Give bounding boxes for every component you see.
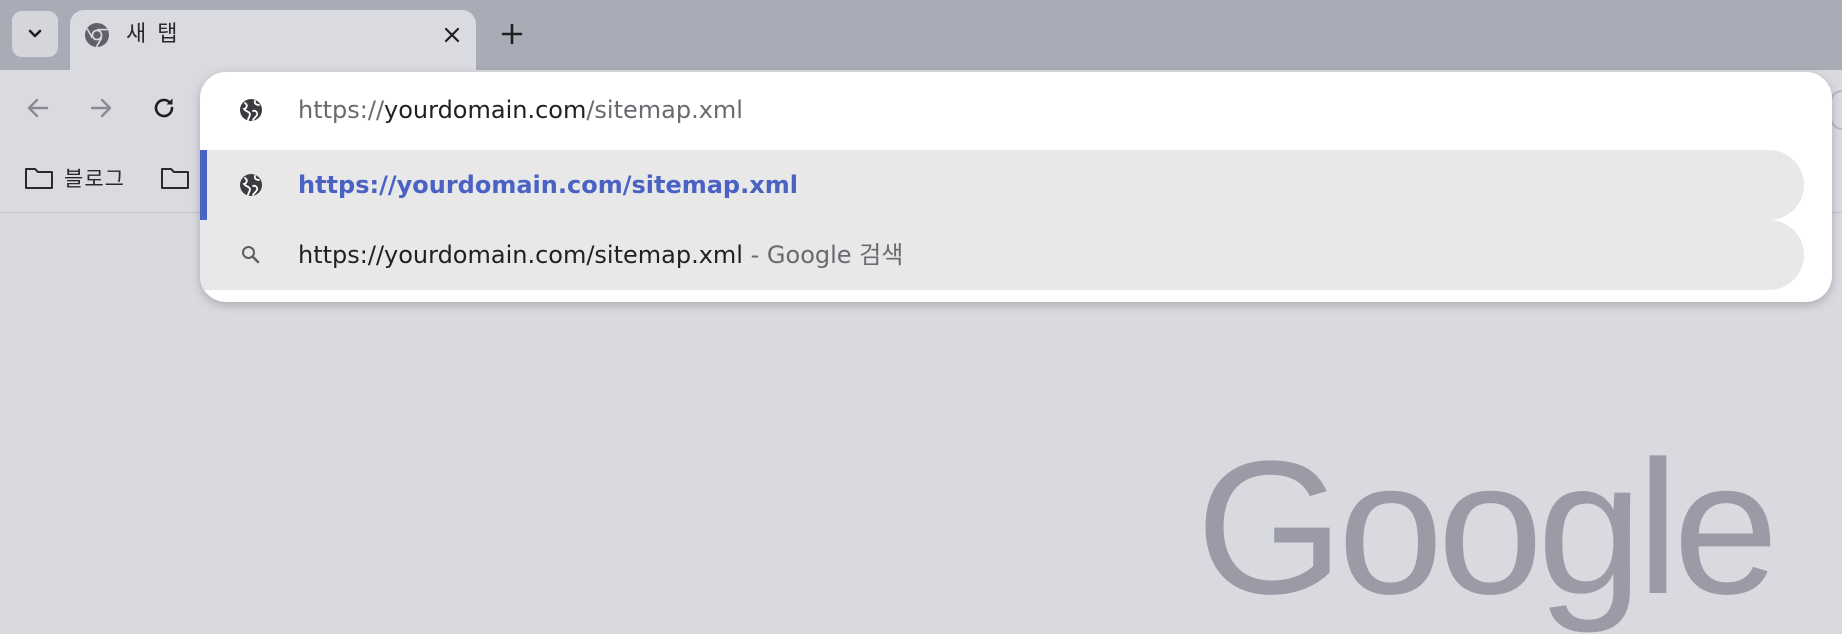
- back-button[interactable]: [20, 90, 56, 126]
- plus-icon: [501, 23, 523, 45]
- forward-button[interactable]: [83, 90, 119, 126]
- tab-new-tab[interactable]: 새 탭: [70, 10, 476, 70]
- arrow-right-icon: [90, 98, 112, 118]
- arrow-left-icon: [27, 98, 49, 118]
- globe-icon: [238, 172, 264, 198]
- selection-indicator: [200, 150, 207, 220]
- suggestion-url-text: https://yourdomain.com/sitemap.xml: [298, 171, 798, 199]
- suggestion-text: https://yourdomain.com/sitemap.xml - Goo…: [298, 240, 903, 270]
- address-input[interactable]: https://yourdomain.com/sitemap.xml: [298, 95, 743, 125]
- chrome-icon: [84, 22, 110, 48]
- google-logo: Google: [1196, 422, 1779, 634]
- tab-search-button[interactable]: [12, 11, 58, 57]
- tab-strip: 새 탭: [0, 0, 1842, 70]
- suggestion-url[interactable]: https://yourdomain.com/sitemap.xml: [200, 150, 1804, 220]
- bookmark-folder-blog[interactable]: 블로그: [24, 160, 125, 196]
- bookmark-label: 블로그: [64, 167, 125, 191]
- close-icon[interactable]: [438, 21, 466, 49]
- chevron-down-icon: [28, 29, 42, 38]
- bookmark-folder[interactable]: [160, 160, 200, 196]
- globe-icon: [238, 97, 264, 123]
- suggestion-query: https://yourdomain.com/sitemap.xml: [298, 241, 743, 269]
- tab-title: 새 탭: [126, 22, 180, 47]
- address-bar[interactable]: https://yourdomain.com/sitemap.xml: [200, 72, 1832, 148]
- new-tab-button[interactable]: [494, 16, 530, 52]
- search-icon: [238, 242, 264, 268]
- folder-icon: [161, 168, 189, 189]
- url-scheme: https://: [298, 96, 385, 124]
- url-path: /sitemap.xml: [586, 96, 743, 124]
- folder-icon: [25, 168, 53, 189]
- suggestion-separator: -: [742, 241, 767, 269]
- suggestion-engine: Google 검색: [766, 241, 904, 269]
- suggestion-search[interactable]: https://yourdomain.com/sitemap.xml - Goo…: [200, 220, 1804, 290]
- reload-icon: [154, 98, 174, 118]
- reload-button[interactable]: [146, 90, 182, 126]
- omnibox-dropdown: https://yourdomain.com/sitemap.xml https…: [200, 72, 1832, 302]
- suggestion-text: https://yourdomain.com/sitemap.xml: [298, 170, 798, 200]
- url-domain: yourdomain.com: [384, 96, 587, 124]
